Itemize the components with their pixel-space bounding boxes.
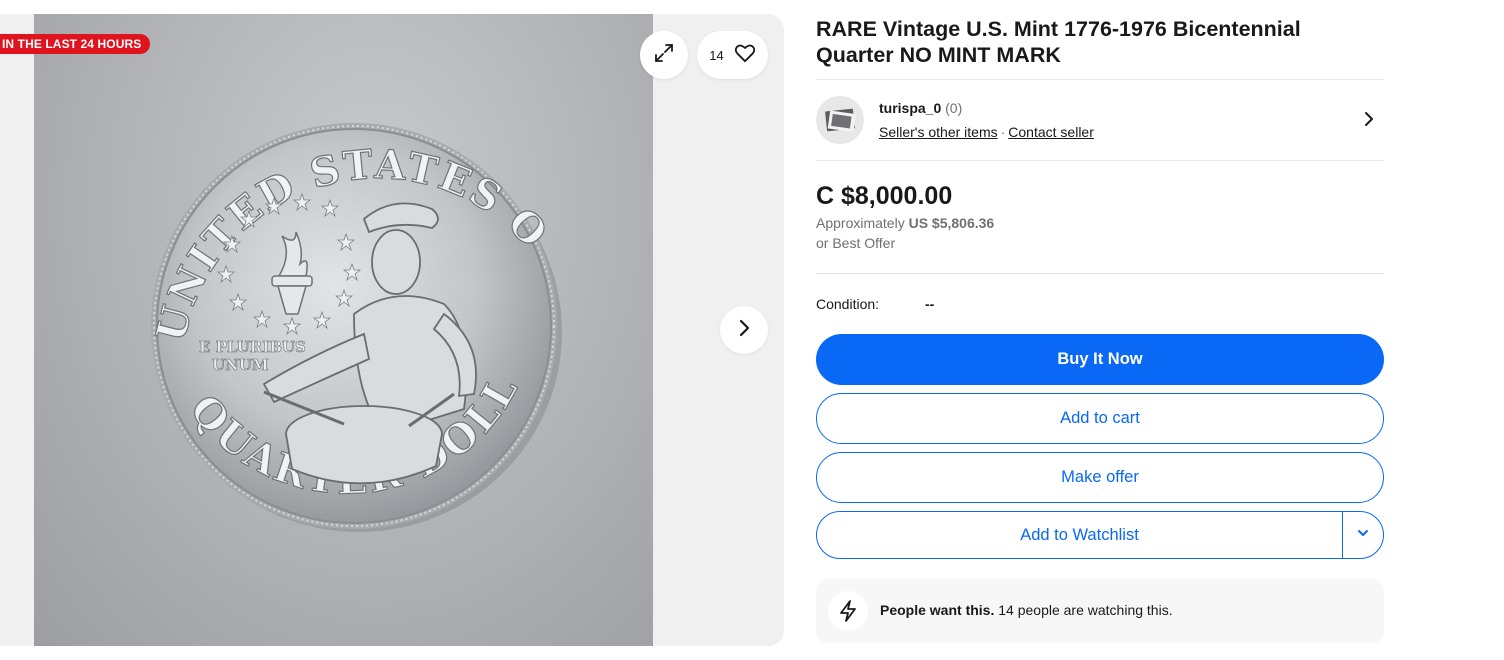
add-to-cart-button[interactable]: Add to cart xyxy=(816,393,1384,444)
seller-name[interactable]: turispa_0 xyxy=(879,100,941,116)
watchers-text: People want this. 14 people are watching… xyxy=(880,602,1173,618)
approx-price: Approximately US $5,806.36 xyxy=(816,215,994,231)
coin-image: UNITED STATES OF AMERICA QUARTER DOLLAR xyxy=(34,14,562,532)
link-separator: · xyxy=(1000,124,1006,140)
item-photo[interactable]: UNITED STATES OF AMERICA QUARTER DOLLAR xyxy=(34,14,653,646)
condition-label: Condition: xyxy=(816,296,880,312)
add-to-watchlist-button[interactable]: Add to Watchlist xyxy=(817,512,1343,558)
expand-icon xyxy=(653,42,675,69)
approx-value: US $5,806.36 xyxy=(908,215,995,231)
heart-icon xyxy=(734,43,756,68)
listing-title: RARE Vintage U.S. Mint 1776-1976 Bicente… xyxy=(816,17,1301,67)
make-offer-button[interactable]: Make offer xyxy=(816,452,1384,503)
chevron-right-icon[interactable] xyxy=(1360,110,1378,133)
trending-badge: IN THE LAST 24 HOURS xyxy=(0,34,151,54)
avatar[interactable] xyxy=(816,96,864,144)
watchlist-split-button: Add to Watchlist xyxy=(816,511,1384,559)
divider xyxy=(816,273,1384,274)
chevron-down-icon xyxy=(1356,526,1370,545)
seller-name-line: turispa_0 (0) xyxy=(879,100,962,116)
lightning-icon xyxy=(828,591,868,631)
seller-avatar-image xyxy=(825,108,856,132)
watchlist-dropdown-button[interactable] xyxy=(1343,512,1383,558)
image-gallery: UNITED STATES OF AMERICA QUARTER DOLLAR xyxy=(0,14,784,646)
divider xyxy=(816,160,1384,161)
watch-count-button[interactable]: 14 xyxy=(697,31,768,79)
seller-other-items-link[interactable]: Seller's other items xyxy=(879,124,998,140)
signal-bold: People want this. xyxy=(880,602,995,618)
next-image-button[interactable] xyxy=(720,306,768,354)
expand-button[interactable] xyxy=(640,31,688,79)
price: C $8,000.00 xyxy=(816,182,953,210)
coin-motto-2: UNUM xyxy=(212,356,268,374)
signal-detail: 14 people are watching this. xyxy=(998,602,1173,618)
buy-it-now-button[interactable]: Buy It Now xyxy=(816,334,1384,385)
coin-motto-1: E PLURIBUS xyxy=(199,338,306,356)
contact-seller-link[interactable]: Contact seller xyxy=(1008,124,1094,140)
watchers-signal: People want this. 14 people are watching… xyxy=(816,579,1384,643)
watch-count: 14 xyxy=(709,47,724,63)
best-offer-label: or Best Offer xyxy=(816,235,896,251)
seller-links: Seller's other items · Contact seller xyxy=(879,124,1094,140)
seller-card[interactable]: turispa_0 (0) Seller's other items · Conta… xyxy=(816,96,1384,144)
chevron-right-icon xyxy=(734,318,754,343)
approx-prefix: Approximately xyxy=(816,215,905,231)
divider xyxy=(816,79,1384,80)
condition-value: -- xyxy=(925,296,935,312)
seller-rating: (0) xyxy=(945,100,963,116)
